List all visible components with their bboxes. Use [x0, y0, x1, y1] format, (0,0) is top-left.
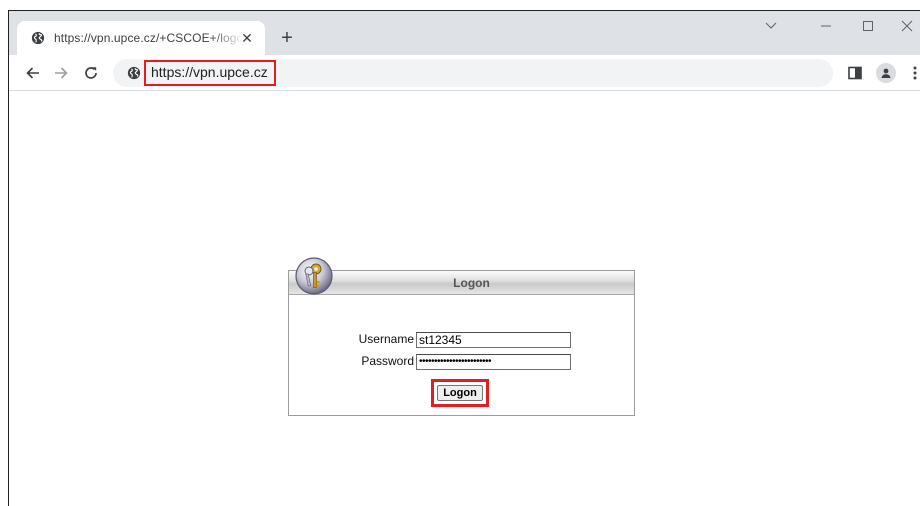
logon-button-highlight: Logon: [431, 379, 489, 407]
chevron-down-icon[interactable]: [750, 11, 792, 41]
side-panel-button[interactable]: [843, 61, 867, 85]
username-label: Username: [358, 332, 414, 346]
password-label: Password: [361, 354, 414, 368]
password-input[interactable]: [416, 354, 571, 370]
menu-button[interactable]: [903, 61, 920, 85]
profile-icon: [876, 63, 896, 83]
arrow-right-icon: [55, 67, 68, 79]
forward-button[interactable]: [49, 61, 73, 85]
maximize-icon[interactable]: [847, 11, 889, 41]
reload-icon: [85, 67, 97, 79]
tab-close-icon[interactable]: ✕: [239, 30, 255, 46]
globe-icon: [31, 31, 45, 45]
globe-icon[interactable]: [127, 66, 141, 80]
profile-button[interactable]: [874, 61, 898, 85]
minimize-icon[interactable]: [805, 11, 847, 41]
new-tab-button[interactable]: +: [275, 27, 299, 51]
browser-tab[interactable]: https://vpn.upce.cz/+CSCOE+/logon.html ✕: [17, 21, 265, 55]
reload-button[interactable]: [79, 61, 103, 85]
tab-strip: https://vpn.upce.cz/+CSCOE+/logon.html ✕…: [9, 11, 920, 55]
browser-window: https://vpn.upce.cz/+CSCOE+/logon.html ✕…: [8, 10, 920, 506]
close-icon[interactable]: [886, 11, 920, 41]
side-panel-icon: [848, 66, 862, 80]
url-text[interactable]: https://vpn.upce.cz: [151, 64, 268, 80]
logon-button[interactable]: Logon: [437, 385, 483, 401]
back-button[interactable]: [21, 61, 45, 85]
browser-toolbar: https://vpn.upce.cz: [9, 55, 920, 91]
username-input[interactable]: [416, 332, 571, 348]
arrow-left-icon: [26, 67, 39, 79]
logon-header: Logon: [289, 271, 634, 295]
keys-logo-icon: [295, 257, 333, 295]
kebab-menu-icon: [913, 66, 917, 80]
logon-title: Logon: [453, 276, 490, 290]
tab-title: https://vpn.upce.cz/+CSCOE+/logon.html: [54, 31, 244, 45]
address-bar[interactable]: https://vpn.upce.cz: [113, 59, 833, 87]
